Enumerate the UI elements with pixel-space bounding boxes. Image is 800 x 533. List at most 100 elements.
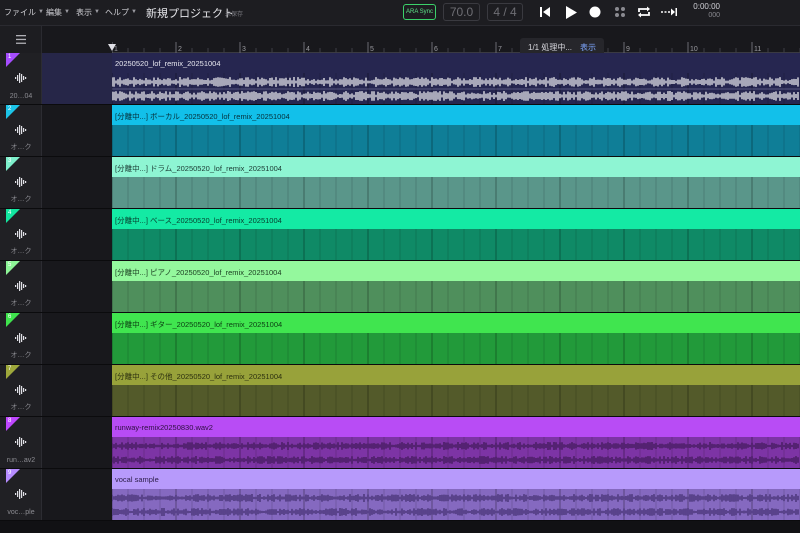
track-number: 9	[8, 470, 12, 476]
ruler-bar-number: 10	[690, 46, 698, 53]
track-row[interactable]: 9 voc…ple vocal sample	[0, 469, 800, 521]
audio-clip[interactable]: [分離中...] ボーカル_20250520_lof_remix_2025100…	[112, 105, 800, 156]
track-row[interactable]: 4 オ…ク [分離中...] ベース_20250520_lof_remix_20…	[0, 209, 800, 261]
track-name: オ…ク	[10, 300, 32, 307]
track-row[interactable]: 2 オ…ク [分離中...] ボーカル_20250520_lof_remix_2…	[0, 105, 800, 157]
chevron-down-icon: ▼	[94, 9, 100, 15]
track-header[interactable]: 1 20…04	[0, 53, 42, 104]
time-sub: 000	[708, 12, 720, 19]
audio-clip[interactable]: 20250520_lof_remix_20251004	[112, 53, 800, 104]
clip-title: [分離中...] ドラム_20250520_lof_remix_20251004	[115, 164, 282, 173]
clip-title: [分離中...] その他_20250520_lof_remix_20251004	[115, 372, 283, 381]
track-number: 7	[8, 366, 12, 372]
track-header[interactable]: 6 オ…ク	[0, 313, 42, 364]
track-list-menu-button[interactable]	[0, 26, 42, 53]
audio-clip[interactable]: [分離中...] その他_20250520_lof_remix_20251004	[112, 365, 800, 416]
track-name: オ…ク	[10, 404, 32, 411]
audio-clip[interactable]: [分離中...] ベース_20250520_lof_remix_20251004	[112, 209, 800, 260]
track-name: オ…ク	[10, 352, 32, 359]
menu-icon	[15, 35, 26, 44]
play-icon	[566, 5, 577, 19]
waveform-icon	[15, 489, 27, 499]
track-name: voc…ple	[7, 509, 35, 516]
track-number: 8	[8, 418, 12, 424]
track-header[interactable]: 4 オ…ク	[0, 209, 42, 260]
clip-title: [分離中...] ボーカル_20250520_lof_remix_2025100…	[115, 112, 290, 121]
track-lane-spacer	[42, 313, 112, 364]
track-row[interactable]: 7 オ…ク [分離中...] その他_20250520_lof_remix_20…	[0, 365, 800, 417]
ruler-bar-number: 5	[370, 46, 374, 53]
ruler-bar-number: 7	[498, 46, 502, 53]
ruler-bar-number: 9	[626, 46, 630, 53]
menu-file[interactable]: ファイル ▼	[4, 0, 44, 24]
audio-clip[interactable]: [分離中...] ギター_20250520_lof_remix_20251004	[112, 313, 800, 364]
record-icon	[589, 6, 601, 18]
track-header[interactable]: 2 オ…ク	[0, 105, 42, 156]
grid-icon	[615, 7, 625, 17]
project-title[interactable]: 新規プロジェクト	[146, 5, 234, 21]
track-header[interactable]: 5 オ…ク	[0, 261, 42, 312]
waveform-icon	[15, 333, 27, 343]
clip-title: vocal sample	[115, 475, 159, 484]
clip-title: runway-remix20250830.wav2	[115, 423, 213, 432]
ruler-bar-number: 2	[178, 46, 182, 53]
playhead-marker[interactable]	[108, 44, 116, 51]
audio-clip[interactable]: vocal sample	[112, 469, 800, 520]
waveform-icon	[15, 229, 27, 239]
show-link[interactable]: 表示	[580, 42, 596, 53]
ara-sync-button[interactable]: ARA Sync	[403, 4, 436, 20]
clip-waveform	[112, 437, 800, 468]
track-row[interactable]: 5 オ…ク [分離中...] ピアノ_20250520_lof_remix_20…	[0, 261, 800, 313]
waveform-icon	[15, 125, 27, 135]
track-header[interactable]: 9 voc…ple	[0, 469, 42, 520]
audio-clip[interactable]: runway-remix20250830.wav2	[112, 417, 800, 468]
top-toolbar: ファイル ▼ 編集 ▼ 表示 ▼ ヘルプ ▼ 新規プロジェクト 未保存 ARA Sync…	[0, 0, 800, 26]
track-row[interactable]: 1 20…04 20250520_lof_remix_20251004	[0, 53, 800, 105]
track-lane-spacer	[42, 261, 112, 312]
track-name: オ…ク	[10, 248, 32, 255]
follow-button[interactable]	[659, 3, 679, 21]
track-lane-spacer	[42, 105, 112, 156]
loop-icon	[638, 6, 650, 18]
track-row[interactable]: 8 run…av2 runway-remix20250830.wav2	[0, 417, 800, 469]
track-lane-spacer	[42, 469, 112, 520]
time-display: 0:00:00 000	[690, 2, 720, 19]
track-header[interactable]: 8 run…av2	[0, 417, 42, 468]
follow-icon	[661, 8, 677, 16]
waveform-icon	[15, 281, 27, 291]
ruler-bar-number: 4	[306, 46, 310, 53]
clip-title: [分離中...] ベース_20250520_lof_remix_20251004	[115, 216, 282, 225]
track-header[interactable]: 3 オ…ク	[0, 157, 42, 208]
ruler-bar-number: 6	[434, 46, 438, 53]
track-number: 2	[8, 106, 12, 112]
track-row[interactable]: 6 オ…ク [分離中...] ギター_20250520_lof_remix_20…	[0, 313, 800, 365]
skip-back-button[interactable]	[535, 3, 555, 21]
track-number: 4	[8, 210, 12, 216]
processing-text: 1/1 処理中...	[528, 42, 573, 52]
track-row[interactable]: 3 オ…ク [分離中...] ドラム_20250520_lof_remix_20…	[0, 157, 800, 209]
play-button[interactable]	[561, 3, 581, 21]
loop-button[interactable]	[634, 3, 654, 21]
time-signature-field[interactable]: 4 / 4	[487, 3, 523, 21]
record-button[interactable]	[585, 3, 605, 21]
track-lane-spacer	[42, 53, 112, 104]
menu-edit[interactable]: 編集 ▼	[46, 0, 70, 24]
chevron-down-icon: ▼	[64, 9, 70, 15]
menu-view[interactable]: 表示 ▼	[76, 0, 100, 24]
track-name: オ…ク	[10, 196, 32, 203]
track-number: 6	[8, 314, 12, 320]
track-lane-spacer	[42, 209, 112, 260]
chevron-down-icon: ▼	[131, 9, 137, 15]
time-main: 0:00:00	[693, 2, 720, 11]
audio-clip[interactable]: [分離中...] ドラム_20250520_lof_remix_20251004	[112, 157, 800, 208]
ruler-spacer	[42, 26, 112, 53]
timeline-ruler[interactable]: 1234567891011	[112, 26, 800, 53]
menu-help[interactable]: ヘルプ ▼	[105, 0, 137, 24]
track-header[interactable]: 7 オ…ク	[0, 365, 42, 416]
track-number: 5	[8, 262, 12, 268]
grid-button[interactable]	[610, 3, 630, 21]
audio-clip[interactable]: [分離中...] ピアノ_20250520_lof_remix_20251004	[112, 261, 800, 312]
ruler-bar-number: 3	[242, 46, 246, 53]
tempo-field[interactable]: 70.0	[443, 3, 480, 21]
track-number: 1	[8, 54, 12, 60]
